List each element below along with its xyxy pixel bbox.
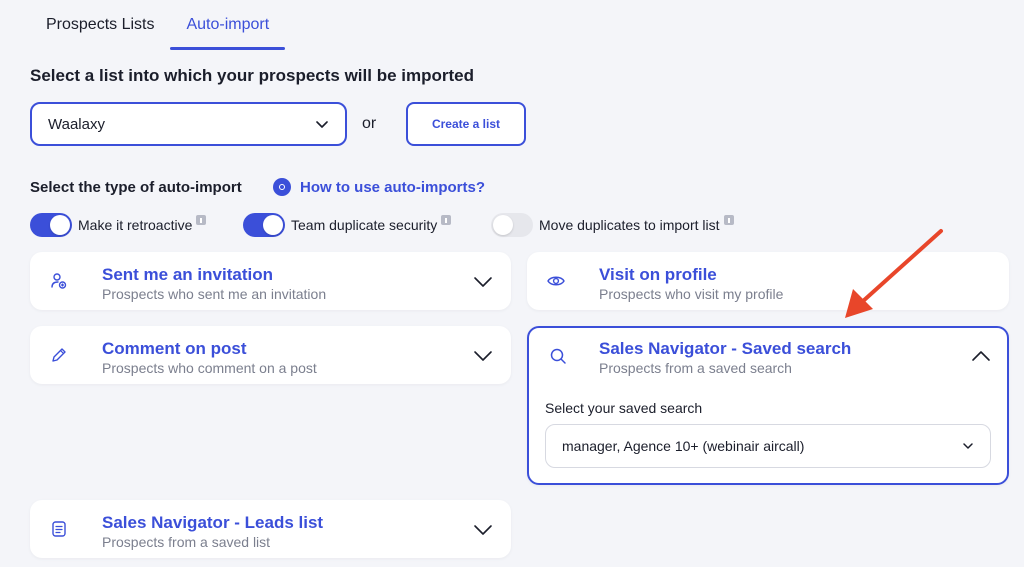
pencil-icon bbox=[52, 348, 66, 362]
move-duplicates-switch[interactable] bbox=[491, 213, 533, 237]
tab-prospects-lists[interactable]: Prospects Lists bbox=[30, 0, 170, 50]
tab-auto-import[interactable]: Auto-import bbox=[170, 0, 285, 50]
or-separator: or bbox=[362, 115, 377, 132]
info-icon[interactable] bbox=[723, 215, 734, 225]
card-subtitle: Prospects from a saved list bbox=[102, 534, 271, 550]
card-visit-profile[interactable]: Visit on profile Prospects who visit my … bbox=[527, 252, 1009, 310]
card-title: Sales Navigator - Saved search bbox=[599, 339, 852, 358]
create-list-button[interactable]: Create a list bbox=[406, 102, 526, 146]
search-icon bbox=[550, 348, 566, 364]
saved-search-label: Select your saved search bbox=[545, 400, 703, 416]
card-subtitle: Prospects from a saved search bbox=[599, 360, 792, 376]
auto-import-type-title: Select the type of auto-import bbox=[30, 179, 242, 196]
card-comment-post[interactable]: Comment on post Prospects who comment on… bbox=[30, 326, 511, 384]
card-subtitle: Prospects who visit my profile bbox=[599, 286, 784, 302]
card-saved-search[interactable]: Sales Navigator - Saved search Prospects… bbox=[527, 326, 1009, 485]
chevron-down-icon bbox=[963, 443, 973, 449]
card-subtitle: Prospects who comment on a post bbox=[102, 360, 317, 376]
user-plus-icon bbox=[51, 273, 67, 289]
card-subtitle: Prospects who sent me an invitation bbox=[102, 286, 327, 302]
retroactive-switch[interactable] bbox=[30, 213, 72, 237]
chevron-up-icon[interactable] bbox=[971, 350, 991, 362]
document-icon bbox=[52, 521, 66, 537]
chevron-down-icon bbox=[316, 121, 328, 128]
toggle-move-duplicates: Move duplicates to import list bbox=[491, 212, 734, 238]
saved-search-value: manager, Agence 10+ (webinair aircall) bbox=[562, 438, 805, 454]
toggle-team-duplicate: Team duplicate security bbox=[243, 212, 452, 238]
info-icon[interactable] bbox=[441, 215, 452, 225]
saved-search-dropdown[interactable]: manager, Agence 10+ (webinair aircall) bbox=[545, 424, 991, 468]
card-sent-invitation[interactable]: Sent me an invitation Prospects who sent… bbox=[30, 252, 511, 310]
card-title: Sent me an invitation bbox=[102, 265, 273, 284]
eye-icon bbox=[547, 276, 565, 286]
toggle-label: Move duplicates to import list bbox=[539, 217, 720, 233]
info-icon[interactable] bbox=[196, 215, 207, 225]
toggle-retroactive: Make it retroactive bbox=[30, 212, 207, 238]
list-dropdown-value: Waalaxy bbox=[48, 115, 105, 133]
tab-bar: Prospects Lists Auto-import bbox=[30, 0, 285, 50]
how-to-use-link[interactable]: How to use auto-imports? bbox=[300, 179, 485, 196]
card-title: Visit on profile bbox=[599, 265, 717, 284]
card-title: Sales Navigator - Leads list bbox=[102, 513, 324, 532]
card-title: Comment on post bbox=[102, 339, 247, 358]
list-section-title: Select a list into which your prospects … bbox=[30, 66, 474, 85]
chevron-down-icon[interactable] bbox=[473, 276, 493, 288]
team-duplicate-switch[interactable] bbox=[243, 213, 285, 237]
chevron-down-icon[interactable] bbox=[473, 524, 493, 536]
card-leads-list[interactable]: Sales Navigator - Leads list Prospects f… bbox=[30, 500, 511, 558]
toggle-label: Team duplicate security bbox=[291, 217, 438, 233]
chevron-down-icon[interactable] bbox=[473, 350, 493, 362]
help-icon[interactable] bbox=[273, 178, 291, 196]
list-dropdown[interactable]: Waalaxy bbox=[30, 102, 347, 146]
toggle-label: Make it retroactive bbox=[78, 217, 193, 233]
